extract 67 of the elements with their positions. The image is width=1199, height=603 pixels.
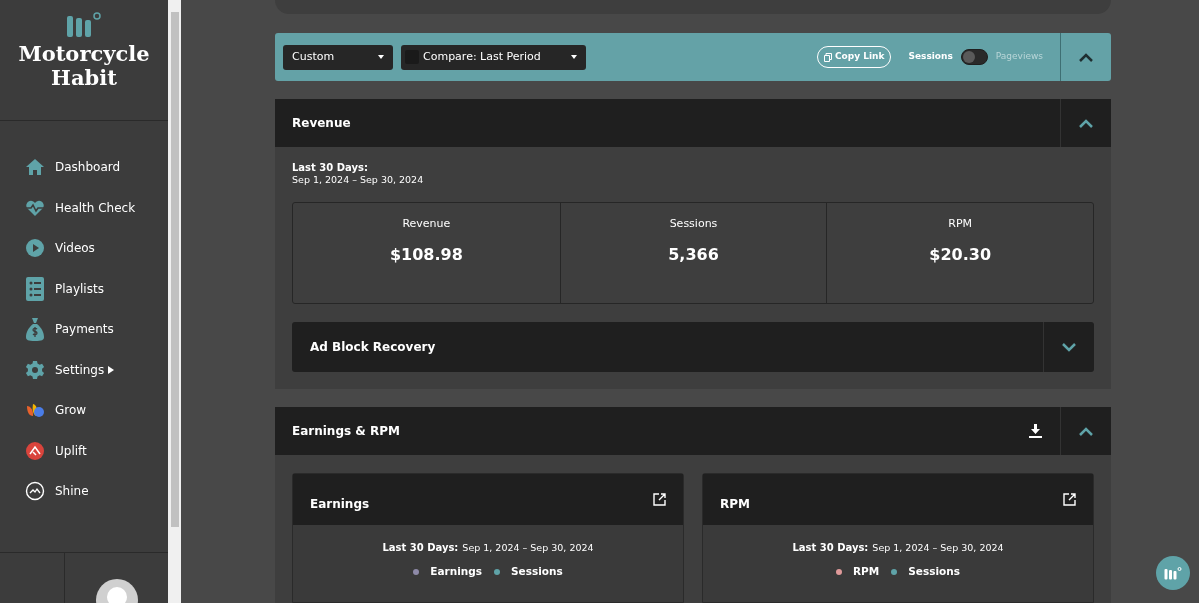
toggle-label: Pageviews xyxy=(995,50,1043,64)
nav-label: Videos xyxy=(55,240,95,258)
metric-value: $20.30 xyxy=(929,243,992,266)
home-icon xyxy=(25,157,45,178)
nav-label: Dashboard xyxy=(55,159,121,177)
play-icon xyxy=(25,238,45,259)
period-label: Last 30 Days: xyxy=(292,162,369,174)
nav-label: Grow xyxy=(55,402,87,420)
external-link-icon[interactable] xyxy=(1063,493,1076,506)
brand-name: Motorcycle Habit xyxy=(17,42,151,90)
chevron-icon xyxy=(1079,426,1093,436)
nav-item[interactable]: Videos xyxy=(25,228,168,269)
nav-item[interactable]: Playlists xyxy=(25,268,168,309)
logo-icon xyxy=(1164,566,1182,580)
chevron-up-icon xyxy=(1079,52,1093,62)
copy-icon xyxy=(824,52,832,62)
chat-button[interactable] xyxy=(1156,556,1190,590)
period-dates: Sep 1, 2024 – Sep 30, 2024 xyxy=(462,541,594,555)
uplift-icon xyxy=(25,440,45,461)
caret-icon xyxy=(378,55,384,59)
metric-label: RPM xyxy=(948,216,973,232)
nav-label: Playlists xyxy=(55,280,104,298)
nav-item[interactable]: Grow xyxy=(25,390,168,431)
caret-icon xyxy=(108,365,115,374)
scrollbar[interactable] xyxy=(168,0,181,603)
period-label: Last 30 Days: xyxy=(382,541,459,555)
nav-item[interactable]: Payments xyxy=(25,309,168,350)
logo-icon xyxy=(66,12,102,38)
nav-label: Payments xyxy=(55,321,114,339)
metric-value: $108.98 xyxy=(389,243,463,266)
section-title: Earnings & RPM xyxy=(292,423,401,440)
nav-label: Settings xyxy=(55,361,105,379)
toggle-switch[interactable] xyxy=(960,49,988,65)
legend-label: Sessions xyxy=(511,564,563,580)
period-label: Last 30 Days: xyxy=(792,541,869,555)
card-title: Earnings xyxy=(310,495,370,513)
legend-label: Sessions xyxy=(908,564,960,580)
chevron-icon xyxy=(1079,118,1093,128)
period-dates: Sep 1, 2024 – Sep 30, 2024 xyxy=(872,541,1004,555)
caret-icon xyxy=(571,55,577,59)
nav-item[interactable]: Health Check xyxy=(25,187,168,228)
metric-label: Revenue xyxy=(402,216,451,232)
metric-label: Sessions xyxy=(669,216,718,232)
external-link-icon[interactable] xyxy=(653,493,666,506)
legend-label: RPM xyxy=(853,564,880,580)
section-title: Revenue xyxy=(292,115,352,132)
legend-label: Earnings xyxy=(430,564,482,580)
nav-label: Health Check xyxy=(55,199,136,217)
nav-item[interactable]: Uplift xyxy=(25,430,168,471)
checklist-icon xyxy=(26,276,44,301)
period-dates: Sep 1, 2024 – Sep 30, 2024 xyxy=(292,174,425,186)
shine-icon xyxy=(25,481,45,502)
metric-value: 5,366 xyxy=(668,243,719,266)
nav-item[interactable]: Settings xyxy=(25,349,168,390)
compare-dropdown[interactable]: Compare: Last Period xyxy=(401,44,586,70)
nav-item[interactable]: Dashboard xyxy=(25,147,168,188)
card-title: RPM xyxy=(720,495,750,513)
nav-label: Shine xyxy=(55,483,89,501)
panel-title: Ad Block Recovery xyxy=(310,339,437,356)
nav-label: Uplift xyxy=(55,442,87,460)
money-bag-icon xyxy=(26,317,44,342)
range-dropdown[interactable]: Custom xyxy=(283,44,393,70)
download-icon[interactable] xyxy=(1029,424,1042,438)
nav-item[interactable]: Shine xyxy=(25,471,168,512)
gear-icon xyxy=(25,359,45,380)
toggle-label: Sessions xyxy=(908,50,953,64)
chevron-icon xyxy=(1062,342,1076,352)
